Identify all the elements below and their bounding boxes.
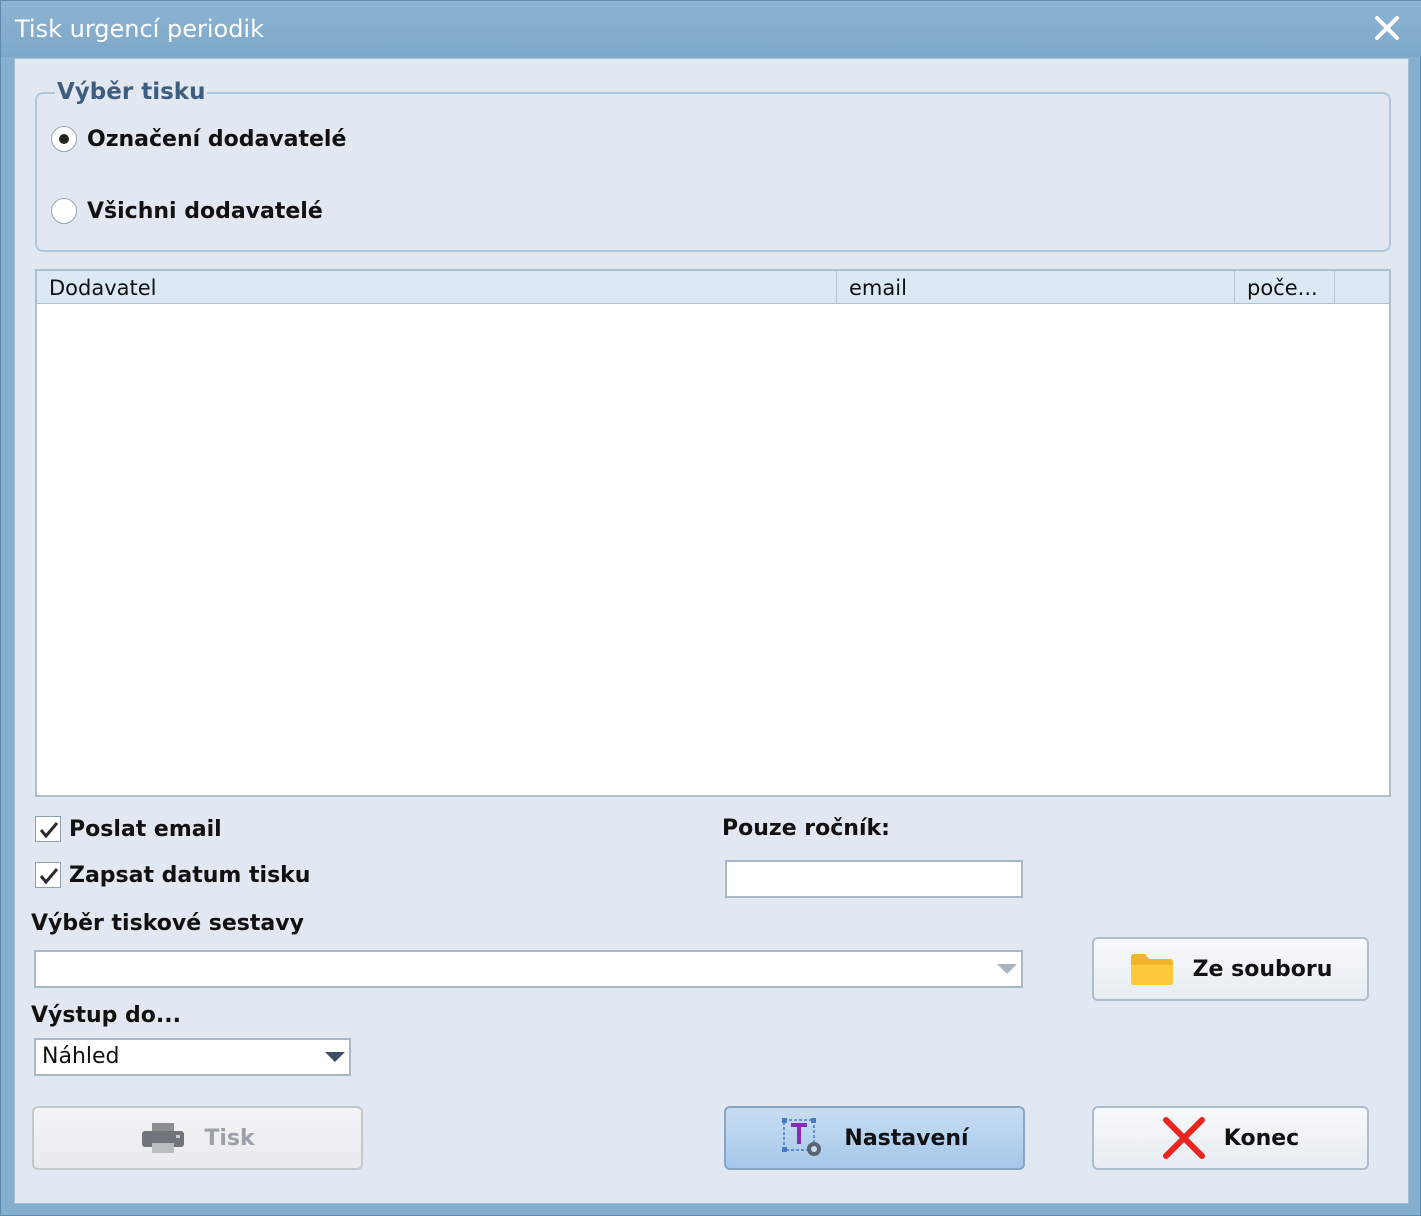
radio-selected-suppliers[interactable]: Označení dodavatelé [51,126,346,152]
radio-label: Všichni dodavatelé [87,198,323,224]
report-select[interactable] [34,950,1023,988]
button-label: Konec [1223,1125,1300,1151]
check-icon [39,868,59,885]
checkbox-box[interactable] [35,862,61,888]
folder-icon [1129,951,1175,987]
print-selection-group: Výběr tisku Označení dodavatelé Všichni … [35,79,1391,252]
close-button[interactable]: Konec [1092,1106,1369,1170]
group-legend: Výběr tisku [55,79,208,105]
dialog-body: Výběr tisku Označení dodavatelé Všichni … [14,58,1409,1204]
report-selection-label: Výběr tiskové sestavy [31,911,304,936]
radio-label: Označení dodavatelé [87,126,347,152]
checkbox-box[interactable] [35,816,61,842]
dialog-window: Tisk urgencí periodik Výběr tisku Označe… [0,0,1421,1216]
radio-all-suppliers[interactable]: Všichni dodavatelé [51,198,323,224]
column-header-extra[interactable] [1335,271,1389,304]
checkbox-label: Poslat email [69,816,222,842]
close-icon [1162,1116,1206,1160]
output-label: Výstup do... [31,1003,181,1028]
checkbox-label: Zapsat datum tisku [69,862,311,888]
chevron-down-icon[interactable] [325,1052,345,1062]
check-icon [39,822,59,839]
button-label: Nastavení [844,1125,969,1151]
text-settings-icon [780,1116,826,1160]
write-print-date-checkbox[interactable]: Zapsat datum tisku [35,862,310,888]
from-file-button[interactable]: Ze souboru [1092,937,1369,1001]
settings-button[interactable]: Nastavení [724,1106,1025,1170]
column-header-email[interactable]: email [837,271,1235,304]
column-header-supplier[interactable]: Dodavatel [37,271,837,304]
grid-header: Dodavatel email poče... [37,271,1389,304]
chevron-down-icon[interactable] [997,964,1017,974]
suppliers-grid[interactable]: Dodavatel email poče... [35,269,1391,797]
printer-icon [140,1121,186,1155]
title-bar[interactable]: Tisk urgencí periodik [1,1,1421,57]
radio-button[interactable] [51,198,77,224]
radio-button-checked[interactable] [51,126,77,152]
year-only-input[interactable] [725,860,1023,898]
window-title: Tisk urgencí periodik [15,15,264,43]
output-select[interactable]: Náhled [34,1038,351,1076]
close-icon[interactable] [1370,11,1404,45]
print-button[interactable]: Tisk [32,1106,363,1170]
button-label: Ze souboru [1192,956,1333,982]
button-label: Tisk [204,1125,255,1151]
output-select-value: Náhled [42,1044,120,1069]
column-header-count[interactable]: poče... [1235,271,1335,304]
send-email-checkbox[interactable]: Poslat email [35,816,222,842]
year-only-label: Pouze ročník: [722,816,890,841]
